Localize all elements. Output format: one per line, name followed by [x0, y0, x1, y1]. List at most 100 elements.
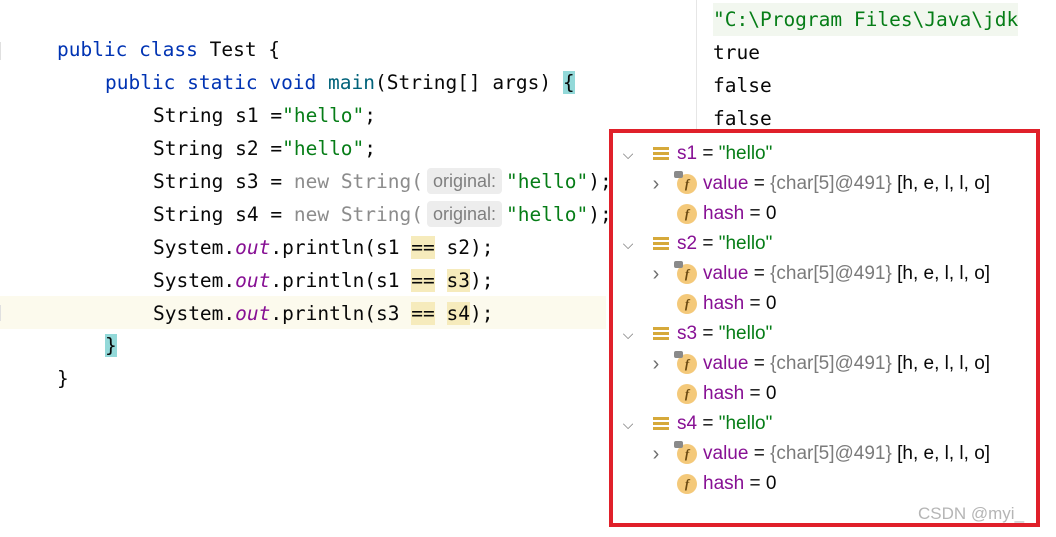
code-line-1[interactable]: public class Test { [10, 0, 280, 61]
chevron-down-icon[interactable]: ⌵ [621, 409, 635, 439]
chevron-down-icon[interactable]: ⌵ [621, 319, 635, 349]
run-console[interactable]: "C:\Program Files\Java\jdk true false fa… [696, 0, 1056, 140]
variable-icon [653, 146, 669, 162]
field-name: value [703, 263, 749, 284]
lock-icon [674, 441, 683, 448]
field-value: [h, e, l, l, o] [897, 353, 991, 374]
field-icon: f [674, 351, 697, 374]
equals-sign: = [748, 173, 771, 194]
object-reference: {char[5]@491} [770, 263, 892, 284]
variable-entry: s1 = "hello" [677, 139, 772, 169]
lock-icon [674, 171, 683, 178]
equals-sign: = [697, 143, 719, 164]
equals-sign: = [744, 293, 766, 314]
variable-value: "hello" [718, 233, 773, 254]
matched-brace: { [562, 71, 575, 94]
field-row-hash[interactable]: f hash = 0 [613, 379, 1036, 409]
code-text: .println(s3 [270, 302, 412, 325]
equals-sign: = [748, 263, 771, 284]
variable-row-s2[interactable]: ⌵ s2 = "hello" [613, 229, 1036, 259]
code-line-3[interactable]: String s1 ="hello"; [106, 66, 376, 127]
chevron-down-icon[interactable]: ⌵ [621, 139, 635, 169]
equals-sign: = [744, 203, 766, 224]
variable-entry: s3 = "hello" [677, 319, 772, 349]
code-text: System. [152, 302, 236, 325]
field-icon: f [674, 441, 697, 464]
field-name: hash [703, 383, 745, 404]
variable-row-s4[interactable]: ⌵ s4 = "hello" [613, 409, 1036, 439]
equals-sign: = [697, 323, 719, 344]
field-entry: value = {char[5]@491} [h, e, l, l, o] [703, 439, 990, 469]
debugger-variables-panel[interactable]: ⌵ s1 = "hello" › f value = {char[5]@491}… [609, 129, 1040, 527]
field-entry: hash = 0 [703, 199, 776, 229]
field-entry: hash = 0 [703, 289, 776, 319]
code-text: (String[] args) [375, 71, 563, 94]
variable-entry: s2 = "hello" [677, 229, 772, 259]
chevron-right-icon[interactable]: › [649, 169, 663, 199]
field-icon: f [674, 171, 697, 194]
field-value: [h, e, l, l, o] [897, 173, 991, 194]
field-value: 0 [765, 293, 777, 314]
field-entry: value = {char[5]@491} [h, e, l, l, o] [703, 259, 990, 289]
variable-icon [653, 236, 669, 252]
chevron-right-icon[interactable]: › [649, 439, 663, 469]
field-name: value [703, 443, 749, 464]
variable-name: s3 [677, 323, 698, 344]
field-row-hash[interactable]: f hash = 0 [613, 289, 1036, 319]
field-icon: f [674, 261, 697, 284]
code-line-9[interactable]: System.out.println(s3 == s4); [106, 264, 493, 325]
field-row-hash[interactable]: f hash = 0 [613, 469, 1036, 499]
field-icon: f [677, 294, 697, 314]
code-line-8[interactable]: System.out.println(s1 == s3); [106, 231, 493, 292]
code-text: ); [470, 302, 494, 325]
field-value: 0 [765, 203, 777, 224]
field-row-hash[interactable]: f hash = 0 [613, 199, 1036, 229]
code-line-10[interactable]: } [58, 296, 117, 357]
variable-row-s1[interactable]: ⌵ s1 = "hello" [613, 139, 1036, 169]
variable-entry: s4 = "hello" [677, 409, 772, 439]
code-line-4[interactable]: String s2 ="hello"; [106, 99, 376, 160]
field-name: hash [703, 203, 745, 224]
code-line-2[interactable]: public static void main(String[] args) { [58, 33, 575, 94]
variable-row-s3[interactable]: ⌵ s3 = "hello" [613, 319, 1036, 349]
field-row-value[interactable]: › f value = {char[5]@491} [h, e, l, l, o… [613, 259, 1036, 289]
code-editor[interactable]: public class Test { public static void m… [0, 0, 612, 537]
operator-highlight: == [411, 302, 435, 325]
watermark: CSDN @myi_ [918, 504, 1025, 523]
equals-sign: = [744, 383, 766, 404]
field-icon: f [677, 474, 697, 494]
static-field: out [235, 302, 271, 325]
variable-value: "hello" [718, 143, 773, 164]
field-entry: value = {char[5]@491} [h, e, l, l, o] [703, 169, 990, 199]
field-icon: f [677, 384, 697, 404]
variable-value: "hello" [718, 323, 773, 344]
variable-name: s1 [677, 143, 698, 164]
field-row-value[interactable]: › f value = {char[5]@491} [h, e, l, l, o… [613, 439, 1036, 469]
field-entry: hash = 0 [703, 379, 776, 409]
code-line-11[interactable]: } [10, 329, 69, 390]
chevron-down-icon[interactable]: ⌵ [621, 229, 635, 259]
string-literal: "hello" [506, 203, 589, 226]
code-line-6[interactable]: String s4 = new String(original: "hello")… [106, 165, 612, 227]
code-line-5[interactable]: String s3 = new String(original: "hello")… [106, 132, 612, 194]
field-value: 0 [765, 473, 777, 494]
field-name: hash [703, 473, 745, 494]
field-name: hash [703, 293, 745, 314]
field-value: [h, e, l, l, o] [897, 443, 991, 464]
variable-name: s4 [677, 413, 698, 434]
field-row-value[interactable]: › f value = {char[5]@491} [h, e, l, l, o… [613, 349, 1036, 379]
lock-icon [674, 351, 683, 358]
chevron-right-icon[interactable]: › [649, 259, 663, 289]
equals-sign: = [744, 473, 766, 494]
code-line-7[interactable]: System.out.println(s1 == s2); [106, 198, 493, 259]
usage-highlight: s4 [446, 302, 470, 325]
field-entry: hash = 0 [703, 469, 776, 499]
fold-marker[interactable] [0, 42, 9, 60]
field-entry: value = {char[5]@491} [h, e, l, l, o] [703, 349, 990, 379]
fold-marker[interactable] [0, 305, 9, 321]
equals-sign: = [748, 353, 771, 374]
matched-brace: } [104, 334, 117, 357]
field-row-value[interactable]: › f value = {char[5]@491} [h, e, l, l, o… [613, 169, 1036, 199]
field-name: value [703, 353, 749, 374]
chevron-right-icon[interactable]: › [649, 349, 663, 379]
